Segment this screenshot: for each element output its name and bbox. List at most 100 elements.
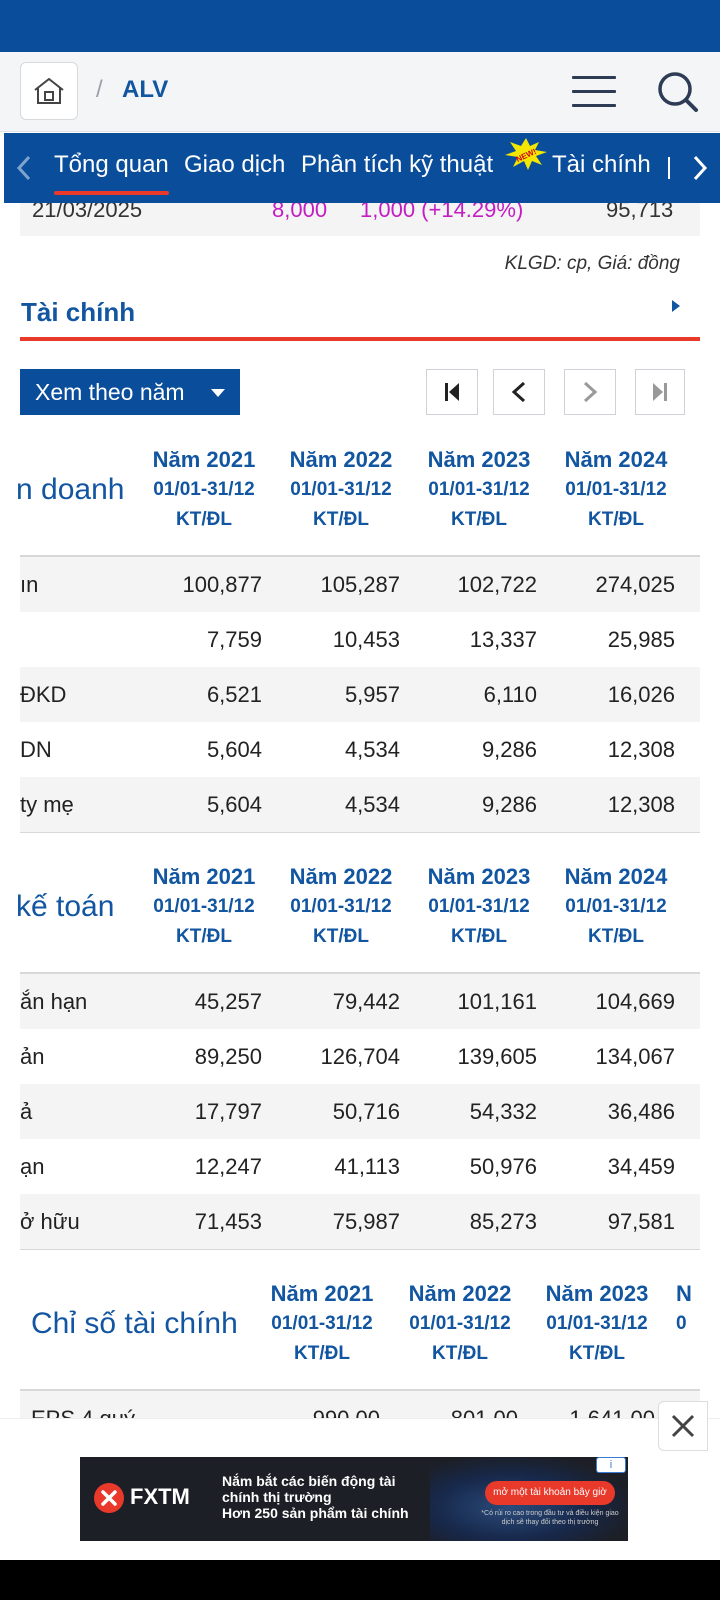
tab-overflow-hint [668,157,670,179]
column-audit: KT/ĐL [451,926,507,947]
row-label: ın [20,572,39,597]
column-range: 01/01-31/12 [153,896,255,917]
cell-value: 79,442 [332,989,400,1014]
column-year: Năm 2024 [564,447,668,472]
table-row: ản 89,250 126,704 139,605 134,067 [20,1029,700,1084]
tab-technical-analysis[interactable]: Phân tích kỹ thuật [301,151,493,179]
table-row: DN 5,604 4,534 9,286 12,308 [20,722,700,777]
row-label: DN [20,737,52,762]
ad-copy: Nắm bắt các biến động tài chính thị trườ… [222,1473,432,1521]
breadcrumb-ticker[interactable]: ALV [122,76,168,104]
fxtm-logo-icon [94,1483,124,1513]
column-header: Năm 2022 01/01-31/12 KT/ĐL [271,445,411,535]
cell-value: 34,459 [607,1154,675,1179]
column-year: N [676,1281,692,1306]
cell-value: 12,308 [607,737,675,762]
cell-value: 89,250 [194,1044,262,1069]
cell-value: 9,286 [481,792,537,817]
cell-value: 104,669 [595,989,675,1014]
cell-value: 13,337 [469,627,537,652]
column-range: 01/01-31/12 [409,1313,511,1334]
table-header: kế toán Năm 2021 01/01-31/12 KT/ĐL Năm 2… [16,862,700,975]
column-header: Năm 2021 01/01-31/12 KT/ĐL [134,445,274,535]
column-audit: KT/ĐL [569,1343,625,1364]
table-header: n doanh Năm 2021 01/01-31/12 KT/ĐL Năm 2… [16,445,700,558]
chevron-right-icon [583,381,598,403]
tab-financials[interactable]: Tài chính [552,151,651,179]
skip-last-icon [653,383,667,401]
search-icon[interactable] [656,70,700,114]
table-row: ÐKD 6,521 5,957 6,110 16,026 [20,667,700,722]
ad-brand-logo: FXTM [94,1483,190,1513]
ad-cta-button[interactable]: mở một tài khoản bây giờ [485,1481,615,1505]
row-label: ạn [20,1154,45,1179]
cell-value: 12,247 [194,1154,262,1179]
column-range: 0 [676,1313,687,1334]
column-audit: KT/ĐL [451,509,507,530]
hamburger-menu-icon[interactable] [572,76,616,108]
top-bar: / ALV [0,52,720,132]
tab-scroll-left-button[interactable] [4,133,44,203]
previous-page-button[interactable] [493,369,545,415]
cell-value: 50,716 [332,1099,400,1124]
column-audit: KT/ĐL [588,509,644,530]
last-page-button[interactable] [635,369,685,415]
close-icon [671,1414,695,1438]
view-by-year-dropdown[interactable]: Xem theo năm [20,369,240,415]
view-by-year-label: Xem theo năm [35,379,185,405]
cell-value: 17,797 [194,1099,262,1124]
column-header: Năm 2024 01/01-31/12 KT/ĐL [546,445,686,535]
column-range: 01/01-31/12 [271,1313,373,1334]
row-label: ở hữu [20,1209,80,1234]
cell-value: 4,534 [344,737,400,762]
main-content: 21/03/2025 8,000 1,000 (+14.29%) 95,713 … [0,203,720,1450]
close-ad-button[interactable] [658,1401,708,1451]
table-header: Chỉ số tài chính Năm 2021 01/01-31/12 KT… [20,1279,700,1392]
home-button[interactable] [20,62,78,120]
next-page-button[interactable] [564,369,616,415]
system-navigation-bar [0,1560,720,1600]
table-row: ạn 12,247 41,113 50,976 34,459 [20,1139,700,1194]
unit-note: KLGD: cp, Giá: đồng [504,253,680,274]
cell-value: 5,604 [206,737,262,762]
cell-value: 45,257 [194,989,262,1014]
tab-scroll-right-button[interactable] [680,133,720,203]
new-badge-icon: NEW! [505,138,547,170]
price-change: 1,000 (+14.29%) [360,203,524,222]
column-audit: KT/ĐL [313,509,369,530]
caret-down-icon [211,389,225,397]
column-year: Năm 2023 [427,864,531,889]
cell-value: 9,286 [481,737,537,762]
table-row: ın 100,877 105,287 102,722 274,025 [20,557,700,612]
table-title: kế toán [16,890,115,923]
section-title-financials[interactable]: Tài chính [21,297,135,328]
price-volume: 95,713 [606,203,674,222]
column-audit: KT/ĐL [432,1343,488,1364]
tab-trading[interactable]: Giao dịch [184,151,285,179]
column-year: Năm 2021 [152,447,256,472]
caret-right-icon[interactable] [670,299,682,313]
tab-navigation: Tổng quan Giao dịch Phân tích kỹ thuật N… [4,133,720,203]
cell-value: 71,453 [194,1209,262,1234]
cell-value: 274,025 [595,572,675,597]
cell-value: 134,067 [595,1044,675,1069]
column-header: Năm 2022 01/01-31/12 KT/ĐL [271,862,411,952]
cell-value: 5,604 [206,792,262,817]
column-year: Năm 2023 [427,447,531,472]
column-range: 01/01-31/12 [290,896,392,917]
ad-banner[interactable]: FXTM Nắm bắt các biến động tài chính thị… [80,1457,628,1541]
ad-info-icon[interactable]: i [596,1457,626,1473]
column-year: Năm 2022 [289,447,393,472]
price-date: 21/03/2025 [32,203,143,222]
cell-value: 100,877 [182,572,262,597]
cell-value: 139,605 [457,1044,537,1069]
home-icon [34,77,64,104]
table-row: ở hữu 71,453 75,987 85,273 97,581 [20,1194,700,1249]
tab-overview[interactable]: Tổng quan [54,151,169,195]
cell-value: 85,273 [469,1209,537,1234]
column-range: 01/01-31/12 [565,896,667,917]
column-audit: KT/ĐL [294,1343,350,1364]
column-year: Năm 2023 [545,1281,649,1306]
cell-value: 126,704 [320,1044,400,1069]
first-page-button[interactable] [426,369,478,415]
